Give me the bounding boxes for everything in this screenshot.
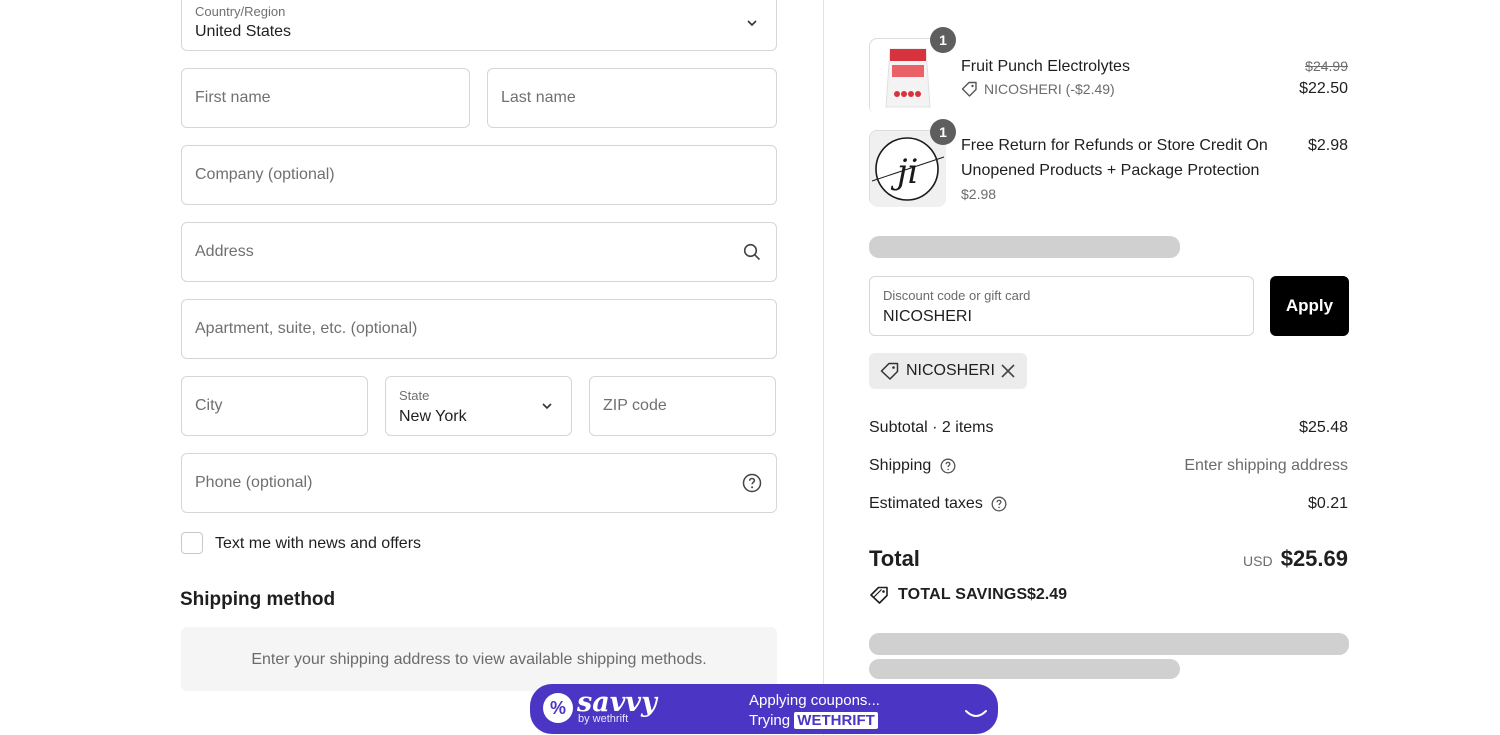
tag-icon <box>961 81 979 97</box>
savvy-trying-line: Trying WETHRIFT <box>749 712 878 729</box>
zip-placeholder: ZIP code <box>603 397 667 414</box>
delivery-form: Country/Region United States First name … <box>0 0 823 735</box>
savings-tag-icon <box>869 586 891 604</box>
phone-field[interactable]: Phone (optional) <box>181 453 777 513</box>
applied-discount-chip: NICOSHERI <box>869 353 1027 389</box>
company-placeholder: Company (optional) <box>195 166 335 183</box>
tag-icon <box>880 362 900 380</box>
taxes-value: $0.21 <box>1307 495 1348 512</box>
shipping-label: Shipping <box>869 457 932 474</box>
total-savings-value: $2.49 <box>1027 586 1068 603</box>
savvy-trying-label: Trying <box>749 712 791 729</box>
product-thumbnail: 1 <box>869 27 956 115</box>
state-label: State <box>399 388 430 403</box>
product-thumbnail: ji 1 <box>869 119 956 207</box>
shipping-value: Enter shipping address <box>1184 457 1348 474</box>
loading-skeleton <box>869 633 1349 655</box>
applied-discount-code: NICOSHERI <box>906 362 995 379</box>
country-label: Country/Region <box>195 4 286 19</box>
company-field[interactable]: Company (optional) <box>181 145 777 205</box>
total-savings-label: TOTAL SAVINGS <box>898 586 1028 603</box>
phone-placeholder: Phone (optional) <box>195 474 313 491</box>
subtotal-label: Subtotal · 2 items <box>869 419 994 436</box>
sms-opt-in-checkbox[interactable] <box>181 532 203 554</box>
address-placeholder: Address <box>195 243 254 260</box>
quantity-badge: 1 <box>930 119 956 145</box>
total-value: $25.69 <box>1280 546 1348 571</box>
help-icon[interactable] <box>742 473 762 493</box>
state-select[interactable]: State New York <box>385 376 572 436</box>
item-discount: NICOSHERI (-$2.49) <box>984 81 1115 97</box>
savvy-coupon-overlay[interactable]: % savvy by wethrift Applying coupons... … <box>530 684 998 734</box>
help-icon[interactable] <box>940 458 956 474</box>
shipping-method-message: Enter your shipping address to view avai… <box>251 651 707 668</box>
last-name-placeholder: Last name <box>501 89 576 106</box>
quantity-badge: 1 <box>930 27 956 53</box>
country-value: United States <box>195 23 292 40</box>
shipping-method-box: Enter your shipping address to view avai… <box>181 627 777 691</box>
zip-field[interactable]: ZIP code <box>589 376 776 436</box>
city-placeholder: City <box>195 397 223 414</box>
spinner-icon <box>964 706 987 717</box>
loading-skeleton <box>869 659 1180 679</box>
taxes-label: Estimated taxes <box>869 495 983 512</box>
discount-code-field[interactable]: Discount code or gift card NICOSHERI <box>869 276 1254 336</box>
chevron-down-icon <box>742 13 762 33</box>
country-select[interactable]: Country/Region United States <box>181 0 777 51</box>
item-price: $2.98 <box>1307 137 1348 154</box>
total-label: Total <box>869 546 920 571</box>
shipping-method-title: Shipping method <box>180 589 336 610</box>
loading-skeleton <box>869 236 1180 258</box>
first-name-field[interactable]: First name <box>181 68 470 128</box>
savvy-status: Applying coupons... <box>749 692 880 709</box>
checkout-page: Country/Region United States First name … <box>0 0 1500 735</box>
item-name-line1: Free Return for Refunds or Store Credit … <box>961 137 1268 154</box>
percent-icon: % <box>543 693 573 723</box>
apartment-field[interactable]: Apartment, suite, etc. (optional) <box>181 299 777 359</box>
first-name-placeholder: First name <box>195 89 271 106</box>
savvy-by-label: by wethrift <box>578 713 629 725</box>
close-icon[interactable] <box>1000 363 1016 379</box>
help-icon[interactable] <box>991 496 1007 512</box>
apartment-placeholder: Apartment, suite, etc. (optional) <box>195 320 418 337</box>
state-value: New York <box>399 408 467 425</box>
search-icon[interactable] <box>742 242 762 262</box>
savvy-trying-code: WETHRIFT <box>794 712 878 729</box>
item-original-price: $24.99 <box>1305 58 1348 74</box>
city-field[interactable]: City <box>181 376 368 436</box>
last-name-field[interactable]: Last name <box>487 68 777 128</box>
item-name: Fruit Punch Electrolytes <box>961 58 1130 75</box>
address-field[interactable]: Address <box>181 222 777 282</box>
total-currency: USD <box>1243 553 1273 569</box>
chevron-down-icon <box>537 396 557 416</box>
item-sub-price: $2.98 <box>961 186 997 202</box>
item-name-line2: Unopened Products + Package Protection <box>961 162 1260 179</box>
subtotal-value: $25.48 <box>1299 419 1348 436</box>
item-price: $22.50 <box>1299 80 1348 97</box>
sms-opt-in-label: Text me with news and offers <box>215 535 422 552</box>
discount-code-label: Discount code or gift card <box>883 288 1031 303</box>
apply-button[interactable]: Apply <box>1270 276 1349 336</box>
discount-code-value: NICOSHERI <box>883 308 972 325</box>
